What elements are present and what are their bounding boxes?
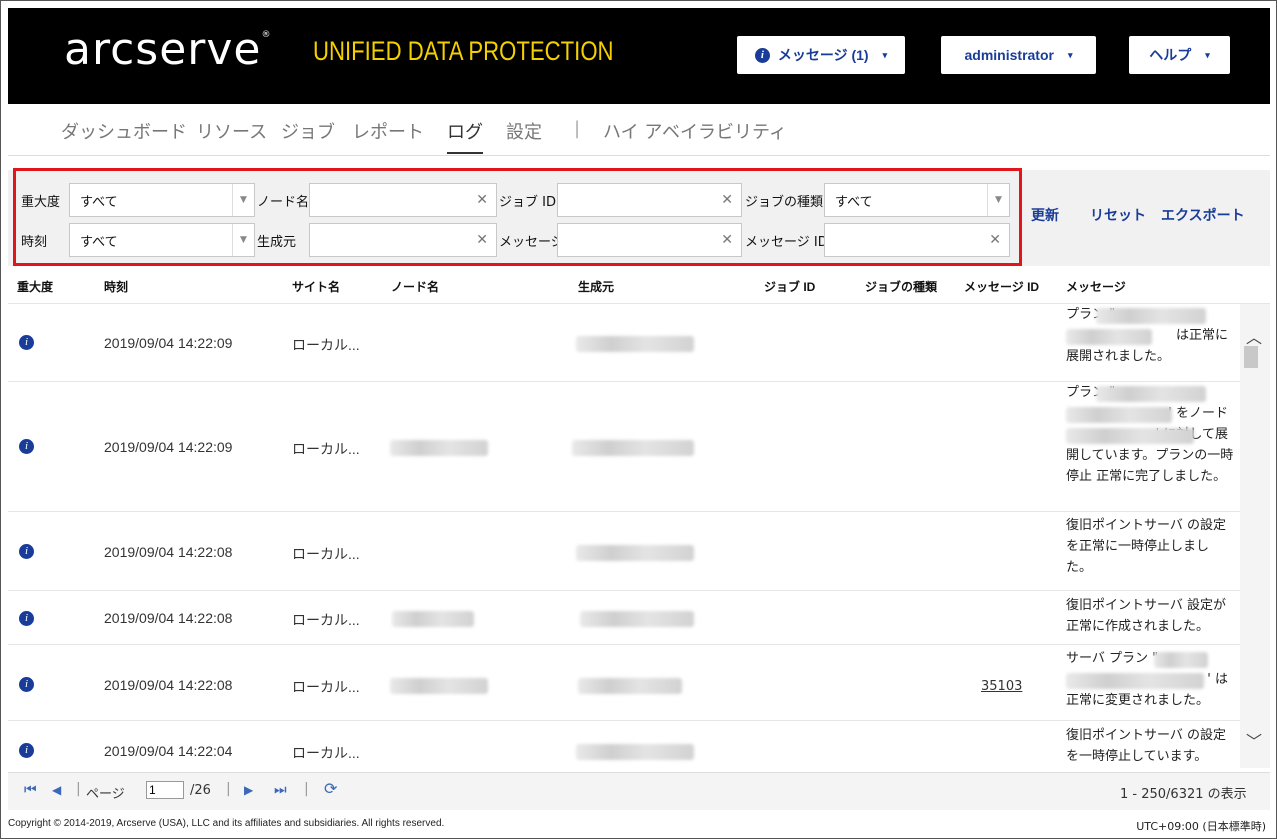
tab-high-availability[interactable]: ハイ アベイラビリティ — [603, 118, 787, 144]
tab-settings[interactable]: 設定 — [506, 118, 542, 144]
table-row[interactable]: i 2019/09/04 14:22:09 ローカル... プラン " は正常に… — [8, 304, 1240, 382]
table-row[interactable]: i 2019/09/04 14:22:04 ローカル... 復旧ポイントサーバ … — [8, 721, 1240, 768]
scroll-thumb[interactable] — [1244, 346, 1258, 368]
row-message-id[interactable]: 35103 — [981, 679, 1022, 694]
tab-reports[interactable]: レポート — [352, 118, 424, 144]
log-table-body: i 2019/09/04 14:22:09 ローカル... プラン " は正常に… — [8, 304, 1240, 768]
pager-separator: | — [226, 781, 231, 797]
last-page-icon[interactable]: ⏭ — [274, 782, 287, 798]
row-time: 2019/09/04 14:22:09 — [104, 439, 233, 455]
column-message[interactable]: メッセージ — [1066, 278, 1126, 295]
row-site: ローカル... — [292, 546, 360, 562]
redacted-generated-by — [580, 611, 694, 627]
footer: Copyright © 2014-2019, Arcserve (USA), L… — [8, 812, 1270, 836]
info-icon: i — [754, 47, 770, 63]
info-icon: i — [19, 335, 34, 350]
info-icon: i — [19, 544, 34, 559]
redacted-plan-name — [1066, 673, 1204, 689]
product-name: UNIFIED DATA PROTECTION — [313, 36, 614, 66]
table-row[interactable]: i 2019/09/04 14:22:08 ローカル... 復旧ポイントサーバ … — [8, 512, 1240, 591]
row-site: ローカル... — [292, 745, 360, 761]
row-site: ローカル... — [292, 337, 360, 353]
tab-log[interactable]: ログ — [447, 118, 483, 154]
help-button[interactable]: ヘルプ ▾ — [1129, 36, 1230, 74]
row-time: 2019/09/04 14:22:04 — [104, 743, 233, 759]
vertical-scrollbar[interactable]: ︿ ﹀ — [1240, 304, 1270, 768]
next-page-icon[interactable]: ▶ — [244, 783, 253, 797]
column-job-id[interactable]: ジョブ ID — [764, 278, 815, 295]
column-site-name[interactable]: サイト名 — [292, 278, 340, 295]
tab-dashboard[interactable]: ダッシュボード — [61, 118, 187, 144]
column-generated-by[interactable]: 生成元 — [578, 278, 614, 295]
copyright-text: Copyright © 2014-2019, Arcserve (USA), L… — [8, 818, 445, 829]
reset-button[interactable]: リセット — [1090, 205, 1146, 225]
prev-page-icon[interactable]: ◀ — [52, 783, 61, 797]
column-node-name[interactable]: ノード名 — [391, 278, 439, 295]
scroll-up-icon[interactable]: ︿ — [1246, 324, 1262, 348]
page-label: ページ — [86, 787, 125, 802]
redacted-plan-name — [1096, 308, 1206, 324]
export-button[interactable]: エクスポート — [1161, 205, 1245, 225]
pager-separator: | — [304, 781, 309, 797]
refresh-icon[interactable]: ⟳ — [324, 779, 337, 798]
filter-highlight-box — [13, 168, 1022, 266]
redacted-plan-name — [1066, 407, 1172, 423]
info-icon: i — [19, 611, 34, 626]
chevron-down-icon: ▾ — [1205, 49, 1210, 60]
header-bar: arcserve® UNIFIED DATA PROTECTION i メッセー… — [8, 8, 1270, 104]
redacted-node-name — [390, 678, 488, 694]
row-time: 2019/09/04 14:22:09 — [104, 335, 233, 351]
row-site: ローカル... — [292, 441, 360, 457]
row-time: 2019/09/04 14:22:08 — [104, 544, 233, 560]
pagination-bar: ⏮ ◀ | ページ /26 | ▶ ⏭ | ⟳ 1 - 250/6321 の表示 — [8, 772, 1270, 810]
nav-separator: | — [574, 118, 581, 139]
redacted-generated-by — [578, 678, 682, 694]
info-icon: i — [19, 677, 34, 692]
pager-separator: | — [76, 781, 81, 797]
redacted-generated-by — [572, 440, 694, 456]
row-time: 2019/09/04 14:22:08 — [104, 610, 233, 626]
column-job-type[interactable]: ジョブの種類 — [865, 278, 937, 295]
timezone-text: UTC+09:00 (日本標準時) — [1136, 820, 1266, 833]
redacted-node-name — [1066, 428, 1194, 444]
redacted-node-name — [392, 611, 474, 627]
tab-resources[interactable]: リソース — [196, 118, 267, 144]
main-nav: ダッシュボード リソース ジョブ レポート ログ 設定 | ハイ アベイラビリテ… — [8, 104, 1270, 156]
chevron-down-icon: ▾ — [882, 49, 888, 60]
column-severity[interactable]: 重大度 — [17, 278, 53, 295]
redacted-plan-name — [1066, 329, 1152, 345]
results-summary: 1 - 250/6321 の表示 — [1120, 787, 1247, 802]
redacted-plan-name — [1096, 386, 1206, 402]
arcserve-logo: arcserve® — [64, 24, 272, 75]
user-menu-button[interactable]: administrator ▾ — [941, 36, 1096, 74]
column-time[interactable]: 時刻 — [104, 278, 128, 295]
first-page-icon[interactable]: ⏮ — [24, 782, 37, 798]
page-number-input[interactable] — [146, 781, 184, 799]
redacted-generated-by — [576, 744, 694, 760]
row-message: 復旧ポイントサーバ 設定が 正常に作成されました。 — [1066, 598, 1227, 634]
row-message: 復旧ポイントサーバ の設定 を一時停止しています。 — [1066, 728, 1227, 764]
info-icon: i — [19, 439, 34, 454]
scroll-down-icon[interactable]: ﹀ — [1246, 728, 1262, 752]
redacted-generated-by — [576, 336, 694, 352]
messages-button[interactable]: i メッセージ (1) ▾ — [737, 36, 905, 74]
redacted-node-name — [390, 440, 488, 456]
table-row[interactable]: i 2019/09/04 14:22:09 ローカル... プラン " ' をノ… — [8, 382, 1240, 512]
row-site: ローカル... — [292, 612, 360, 628]
table-header: 重大度 時刻 サイト名 ノード名 生成元 ジョブ ID ジョブの種類 メッセージ… — [8, 268, 1270, 304]
chevron-down-icon: ▾ — [1067, 49, 1073, 60]
info-icon: i — [19, 743, 34, 758]
total-pages: /26 — [190, 783, 211, 798]
column-message-id[interactable]: メッセージ ID — [964, 278, 1039, 295]
row-time: 2019/09/04 14:22:08 — [104, 677, 233, 693]
tab-jobs[interactable]: ジョブ — [281, 118, 335, 144]
redacted-generated-by — [576, 545, 694, 561]
table-row[interactable]: i 2019/09/04 14:22:08 ローカル... 35103 サーバ … — [8, 645, 1240, 721]
refresh-button[interactable]: 更新 — [1031, 205, 1059, 225]
redacted-plan-name — [1154, 652, 1208, 668]
row-message: 復旧ポイントサーバ の設定 を正常に一時停止しまし た。 — [1066, 518, 1227, 575]
table-row[interactable]: i 2019/09/04 14:22:08 ローカル... 復旧ポイントサーバ … — [8, 591, 1240, 645]
row-site: ローカル... — [292, 679, 360, 695]
